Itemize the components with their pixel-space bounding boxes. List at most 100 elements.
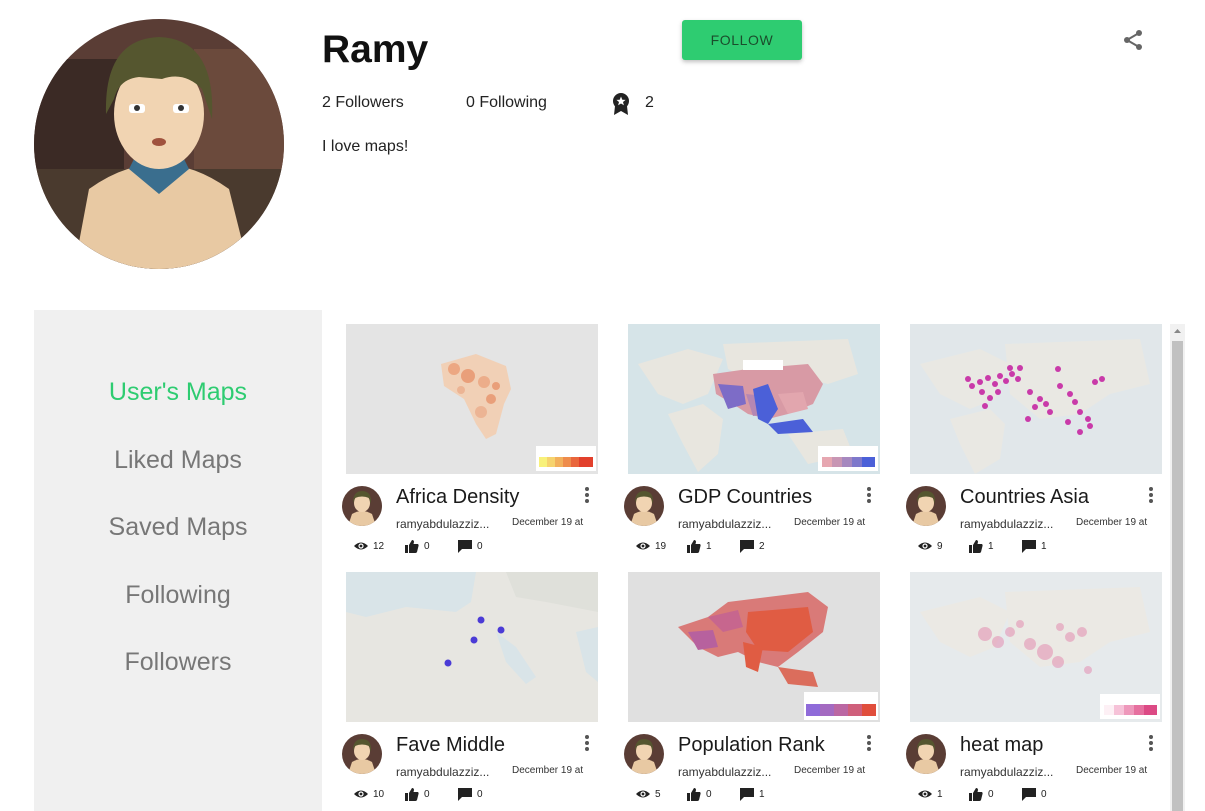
likes-stat[interactable]: 0 xyxy=(404,538,430,554)
map-author[interactable]: ramyabdulazziz... xyxy=(396,517,506,531)
views-stat: 5 xyxy=(635,786,661,802)
views-stat: 19 xyxy=(635,538,666,554)
map-title[interactable]: Countries Asia xyxy=(960,486,1089,509)
map-thumbnail[interactable] xyxy=(910,572,1162,722)
nav-following[interactable]: Following xyxy=(34,581,322,610)
avatar[interactable] xyxy=(342,734,382,774)
eye-icon xyxy=(918,542,932,550)
eye-icon xyxy=(636,790,650,798)
comment-icon[interactable] xyxy=(457,787,473,801)
nav-saved-maps[interactable]: Saved Maps xyxy=(34,513,322,542)
map-card[interactable]: heat map ramyabdulazziz... December 19 a… xyxy=(906,572,1162,808)
comment-icon[interactable] xyxy=(1021,787,1037,801)
likes-count: 0 xyxy=(988,788,994,800)
map-author[interactable]: ramyabdulazziz... xyxy=(678,765,788,779)
views-stat: 9 xyxy=(917,538,943,554)
map-author[interactable]: ramyabdulazziz... xyxy=(396,765,506,779)
thumb-up-icon[interactable] xyxy=(686,539,702,553)
views-count: 9 xyxy=(937,540,943,552)
comments-stat[interactable]: 1 xyxy=(1021,538,1047,554)
map-card[interactable]: GDP Countries ramyabdulazziz... December… xyxy=(624,324,880,560)
comments-count: 1 xyxy=(759,788,765,800)
views-stat: 10 xyxy=(353,786,384,802)
more-vert-icon[interactable] xyxy=(1146,486,1156,506)
map-thumbnail[interactable] xyxy=(910,324,1162,474)
avatar[interactable] xyxy=(624,486,664,526)
profile-bio: I love maps! xyxy=(322,138,409,155)
likes-stat[interactable]: 1 xyxy=(686,538,712,554)
map-thumbnail[interactable] xyxy=(346,324,598,474)
map-author[interactable]: ramyabdulazziz... xyxy=(960,765,1070,779)
map-card[interactable]: Africa Density ramyabdulazziz... Decembe… xyxy=(342,324,598,560)
likes-count: 0 xyxy=(706,788,712,800)
thumb-up-icon[interactable] xyxy=(968,539,984,553)
views-count: 1 xyxy=(937,788,943,800)
map-title[interactable]: Africa Density xyxy=(396,486,519,509)
map-author[interactable]: ramyabdulazziz... xyxy=(678,517,788,531)
share-icon[interactable] xyxy=(1121,28,1145,52)
thumb-up-icon[interactable] xyxy=(404,539,420,553)
map-date: December 19 at xyxy=(1076,517,1148,528)
comment-icon[interactable] xyxy=(739,787,755,801)
profile-name: Ramy xyxy=(322,28,429,71)
followers-count[interactable]: 2 Followers xyxy=(322,94,404,112)
nav-users-maps[interactable]: User's Maps xyxy=(34,378,322,407)
more-vert-icon[interactable] xyxy=(864,486,874,506)
likes-count: 1 xyxy=(706,540,712,552)
views-count: 19 xyxy=(655,540,667,552)
thumb-up-icon[interactable] xyxy=(404,787,420,801)
comment-icon[interactable] xyxy=(1021,539,1037,553)
comments-count: 0 xyxy=(477,540,483,552)
map-card[interactable]: Fave Middle ramyabdulazziz... December 1… xyxy=(342,572,598,808)
comments-count: 1 xyxy=(1041,540,1047,552)
likes-stat[interactable]: 0 xyxy=(968,786,994,802)
views-count: 10 xyxy=(373,788,385,800)
map-thumbnail[interactable] xyxy=(628,572,880,722)
following-count[interactable]: 0 Following xyxy=(466,94,547,112)
more-vert-icon[interactable] xyxy=(1146,734,1156,754)
likes-stat[interactable]: 0 xyxy=(686,786,712,802)
scroll-thumb[interactable] xyxy=(1172,341,1183,811)
profile-page: Ramy FOLLOW 2 Followers 0 Following 2 I … xyxy=(0,0,1205,811)
nav-followers[interactable]: Followers xyxy=(34,648,322,677)
more-vert-icon[interactable] xyxy=(864,734,874,754)
map-title[interactable]: Population Rank xyxy=(678,734,825,757)
scroll-up-arrow[interactable] xyxy=(1170,324,1185,339)
thumb-up-icon[interactable] xyxy=(968,787,984,801)
comments-stat[interactable]: 1 xyxy=(739,786,765,802)
views-count: 12 xyxy=(373,540,385,552)
comment-icon[interactable] xyxy=(457,539,473,553)
eye-icon xyxy=(354,542,368,550)
comments-stat[interactable]: 2 xyxy=(739,538,765,554)
more-vert-icon[interactable] xyxy=(582,734,592,754)
likes-count: 0 xyxy=(424,788,430,800)
comments-stat[interactable]: 0 xyxy=(457,786,483,802)
map-date: December 19 at xyxy=(1076,765,1148,776)
likes-count: 0 xyxy=(424,540,430,552)
comments-stat[interactable]: 0 xyxy=(457,538,483,554)
scrollbar[interactable] xyxy=(1170,324,1185,811)
map-title[interactable]: heat map xyxy=(960,734,1043,757)
map-thumbnail[interactable] xyxy=(346,572,598,722)
map-card[interactable]: Population Rank ramyabdulazziz... Decemb… xyxy=(624,572,880,808)
avatar[interactable] xyxy=(906,486,946,526)
eye-icon xyxy=(354,790,368,798)
thumb-up-icon[interactable] xyxy=(686,787,702,801)
avatar[interactable] xyxy=(624,734,664,774)
avatar[interactable] xyxy=(906,734,946,774)
map-author[interactable]: ramyabdulazziz... xyxy=(960,517,1070,531)
map-title[interactable]: Fave Middle xyxy=(396,734,505,757)
map-title[interactable]: GDP Countries xyxy=(678,486,812,509)
map-card[interactable]: Countries Asia ramyabdulazziz... Decembe… xyxy=(906,324,1162,560)
likes-stat[interactable]: 1 xyxy=(968,538,994,554)
more-vert-icon[interactable] xyxy=(582,486,592,506)
avatar[interactable] xyxy=(342,486,382,526)
follow-button[interactable]: FOLLOW xyxy=(682,20,802,60)
likes-stat[interactable]: 0 xyxy=(404,786,430,802)
maps-grid: Africa Density ramyabdulazziz... Decembe… xyxy=(322,310,1170,811)
comment-icon[interactable] xyxy=(739,539,755,553)
map-date: December 19 at xyxy=(794,765,866,776)
comments-stat[interactable]: 0 xyxy=(1021,786,1047,802)
nav-liked-maps[interactable]: Liked Maps xyxy=(34,446,322,475)
map-thumbnail[interactable] xyxy=(628,324,880,474)
